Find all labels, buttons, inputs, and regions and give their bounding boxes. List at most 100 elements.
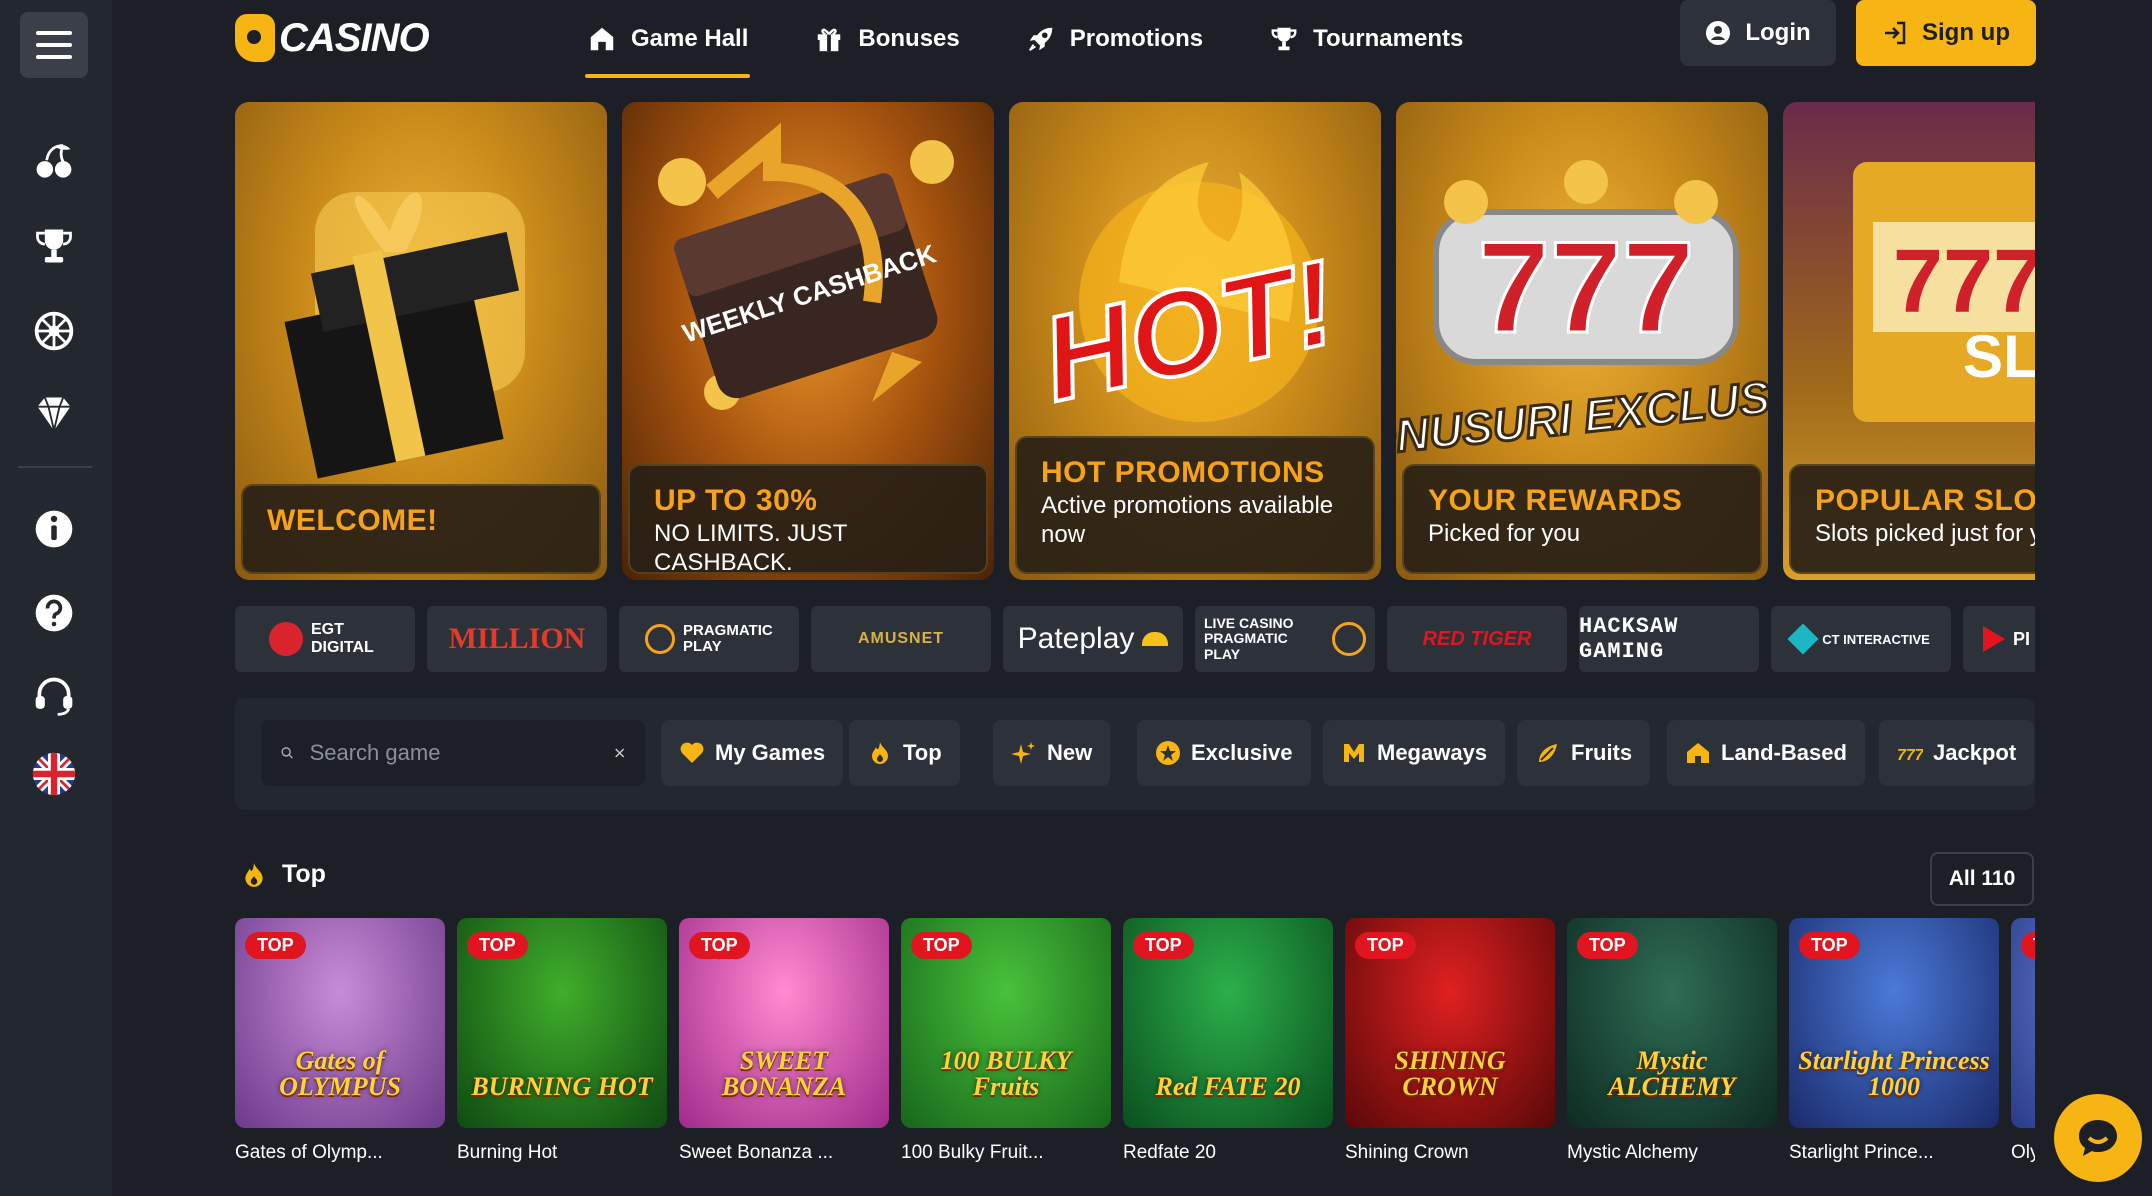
provider-label: MILLION — [448, 622, 586, 655]
nav-label: Tournaments — [1313, 25, 1464, 52]
search-input[interactable] — [309, 740, 598, 766]
promo-info: YOUR REWARDS Picked for you — [1402, 464, 1762, 574]
top-badge: TOP — [467, 932, 528, 959]
heart-icon — [680, 742, 704, 763]
provider-pateplay[interactable]: Pateplay — [1003, 606, 1183, 672]
brand-logo[interactable]: CASINO — [235, 10, 430, 66]
provider-partial[interactable]: PI — [1963, 606, 2035, 672]
game-card[interactable]: TOP BURNING HOT Burning Hot — [457, 918, 667, 1164]
uk-flag-icon[interactable] — [28, 748, 80, 800]
game-thumbnail[interactable]: TOP Mystic ALCHEMY — [1567, 918, 1777, 1128]
game-card[interactable]: TOP SWEET BONANZA Sweet Bonanza ... — [679, 918, 889, 1164]
game-thumbnail[interactable]: TOP Gates of OLYMPUS — [235, 918, 445, 1128]
menu-button[interactable] — [20, 12, 88, 78]
game-card[interactable]: TOP Red FATE 20 Redfate 20 — [1123, 918, 1333, 1164]
gift-box-art — [284, 192, 525, 479]
game-card[interactable]: TOP Starlight Princess 1000 Starlight Prin… — [1789, 918, 1999, 1164]
provider-label: RED TIGER — [1422, 627, 1532, 650]
provider-red-tiger[interactable]: RED TIGER — [1387, 606, 1567, 672]
game-name: Redfate 20 — [1123, 1142, 1216, 1163]
provider-egt-digital[interactable]: EGT DIGITAL — [235, 606, 415, 672]
promo-title: POPULAR SLOT — [1815, 484, 2035, 517]
provider-strip: EGT DIGITAL MILLION PRAGMATIC PLAY AMUSN… — [235, 606, 2035, 672]
game-filter-bar: My Games Top New Exclusive Megaways Frui… — [235, 698, 2035, 810]
filter-label: Jackpot — [1933, 740, 2017, 765]
info-icon[interactable] — [28, 503, 80, 555]
provider-label: AMUSNET — [857, 630, 945, 647]
help-icon[interactable] — [28, 587, 80, 639]
filter-my-games[interactable]: My Games — [661, 720, 844, 786]
game-card[interactable]: TOP Oly — [2011, 918, 2035, 1164]
nav-promotions[interactable]: Promotions — [1024, 0, 1205, 78]
promo-card-popular-slot[interactable]: 777 SLOTU RECOMAND POPULAR SLOT Slots pi… — [1783, 102, 2035, 580]
promo-art-text: BONUSURI EXCLUSIVE — [1396, 363, 1768, 469]
provider-ct-interactive[interactable]: CT INTERACTIVE — [1771, 606, 1951, 672]
provider-hacksaw[interactable]: HACKSAW GAMING — [1579, 606, 1759, 672]
promo-title: YOUR REWARDS — [1428, 484, 1683, 517]
provider-pragmatic-play[interactable]: PRAGMATIC PLAY — [619, 606, 799, 672]
top-badge: TOP — [911, 932, 972, 959]
game-thumbnail[interactable]: TOP SHINING CROWN — [1345, 918, 1555, 1128]
game-art-title: Starlight Princess 1000 — [1798, 1046, 1990, 1101]
diamond-icon[interactable] — [28, 388, 80, 440]
svg-text:777: 777 — [1478, 214, 1695, 360]
star-icon — [1156, 741, 1180, 765]
nav-game-hall[interactable]: Game Hall — [585, 0, 751, 78]
flame-icon — [872, 742, 888, 764]
promo-art-text: SLOTU RECOMAND — [1963, 323, 2035, 390]
filter-label: Fruits — [1571, 740, 1633, 765]
slot-777-art: 777 BONUSURI EXCLUSIVE — [1396, 160, 1768, 471]
promo-card-rewards[interactable]: 777 BONUSURI EXCLUSIVE YOUR REWARDS Pick… — [1396, 102, 1768, 580]
games-row: TOP Gates of OLYMPUS Gates of Olymp... TOP B… — [235, 918, 2035, 1196]
top-badge: TOP — [2021, 932, 2035, 959]
main-nav: Game Hall Bonuses Promotions Tournaments — [585, 0, 1465, 78]
login-button[interactable]: Login — [1680, 0, 1836, 66]
game-thumbnail[interactable]: TOP — [2011, 918, 2035, 1128]
promo-card-welcome[interactable]: WELCOME! — [235, 102, 607, 580]
promo-card-hot[interactable]: HOT! HOT PROMOTIONS Active promotions av… — [1009, 102, 1381, 580]
game-name: Shining Crown — [1345, 1142, 1469, 1163]
filter-fruits[interactable]: Fruits — [1517, 720, 1651, 786]
filter-exclusive[interactable]: Exclusive — [1137, 720, 1311, 786]
promo-card-cashback[interactable]: WEEKLY CASHBACK UP TO 30% NO LIMITS. JUS… — [622, 102, 994, 580]
nav-bonuses[interactable]: Bonuses — [812, 0, 961, 78]
filter-top[interactable]: Top — [849, 720, 960, 786]
game-card[interactable]: TOP 100 BULKY Fruits 100 Bulky Fruit... — [901, 918, 1111, 1164]
game-thumbnail[interactable]: TOP Red FATE 20 — [1123, 918, 1333, 1128]
cherries-icon[interactable] — [28, 136, 80, 188]
provider-label: CT INTERACTIVE — [1822, 631, 1930, 647]
filter-jackpot[interactable]: 777 Jackpot — [1879, 720, 2035, 786]
filter-new[interactable]: New — [993, 720, 1111, 786]
menu-icon-bar — [36, 55, 72, 59]
top-badge: TOP — [245, 932, 306, 959]
section-title-label: Top — [282, 860, 326, 888]
trophy-icon[interactable] — [28, 220, 80, 272]
filter-land-based[interactable]: Land-Based — [1667, 720, 1865, 786]
clear-icon[interactable] — [614, 743, 625, 763]
signup-button[interactable]: Sign up — [1856, 0, 2036, 66]
filter-megaways[interactable]: Megaways — [1323, 720, 1506, 786]
top-badge: TOP — [689, 932, 750, 959]
game-thumbnail[interactable]: TOP Starlight Princess 1000 — [1789, 918, 1999, 1128]
game-name: Starlight Prince... — [1789, 1142, 1934, 1163]
provider-label: LIVE CASINO PRAGMATIC PLAY — [1204, 614, 1294, 662]
provider-label: EGT DIGITAL — [311, 621, 374, 656]
sparkle-icon — [1011, 742, 1035, 764]
pragmatic-logo-icon — [645, 624, 675, 654]
chat-button[interactable] — [2054, 1094, 2142, 1182]
game-card[interactable]: TOP SHINING CROWN Shining Crown — [1345, 918, 1555, 1164]
view-all-button[interactable]: All 110 — [1930, 852, 2034, 906]
game-card[interactable]: TOP Gates of OLYMPUS Gates of Olymp... — [235, 918, 445, 1164]
nav-tournaments[interactable]: Tournaments — [1267, 0, 1465, 78]
provider-amusnet[interactable]: AMUSNET — [811, 606, 991, 672]
provider-million[interactable]: MILLION — [427, 606, 607, 672]
promo-art-text: HOT! — [1031, 235, 1346, 427]
roulette-icon[interactable] — [28, 305, 80, 357]
provider-pragmatic-live[interactable]: LIVE CASINO PRAGMATIC PLAY — [1195, 606, 1375, 672]
support-icon[interactable] — [28, 670, 80, 722]
game-thumbnail[interactable]: TOP BURNING HOT — [457, 918, 667, 1128]
game-card[interactable]: TOP Mystic ALCHEMY Mystic Alchemy — [1567, 918, 1777, 1164]
game-thumbnail[interactable]: TOP 100 BULKY Fruits — [901, 918, 1111, 1128]
game-thumbnail[interactable]: TOP SWEET BONANZA — [679, 918, 889, 1128]
filter-label: Megaways — [1377, 740, 1488, 765]
